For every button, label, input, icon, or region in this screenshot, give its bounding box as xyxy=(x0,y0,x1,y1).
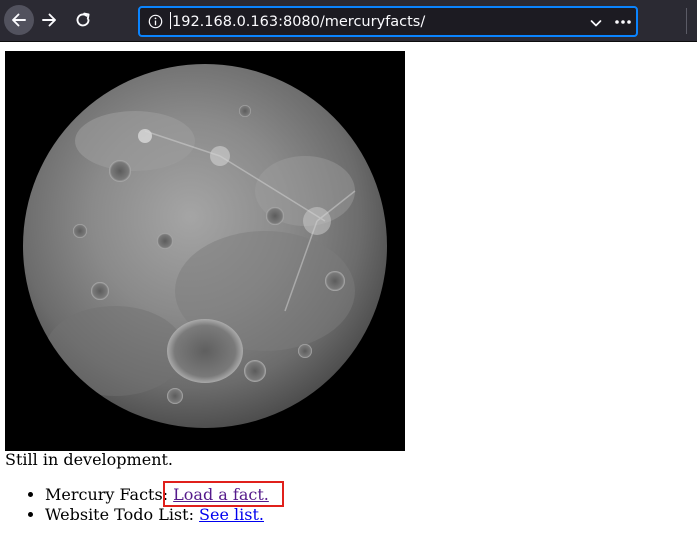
url-value: 192.168.0.163:8080/mercuryfacts/ xyxy=(172,14,426,30)
info-icon[interactable] xyxy=(148,14,163,29)
toolbar-divider xyxy=(686,8,687,34)
browser-toolbar: 192.168.0.163:8080/mercuryfacts/ xyxy=(0,0,697,42)
url-bar[interactable]: 192.168.0.163:8080/mercuryfacts/ xyxy=(138,6,638,37)
development-status-text: Still in development. xyxy=(5,450,174,469)
reload-button[interactable] xyxy=(68,5,98,35)
forward-button[interactable] xyxy=(34,5,64,35)
mercury-facts-label: Mercury Facts: xyxy=(45,485,174,504)
url-text[interactable]: 192.168.0.163:8080/mercuryfacts/ xyxy=(170,12,425,31)
highlight-box xyxy=(163,481,284,507)
arrow-left-icon xyxy=(12,13,26,27)
mercury-planet-graphic xyxy=(23,64,387,428)
list-item-todo-list: Website Todo List: See list. xyxy=(45,505,269,525)
back-button[interactable] xyxy=(4,5,34,35)
text-caret xyxy=(170,12,171,29)
see-list-link[interactable]: See list. xyxy=(199,505,264,524)
mercury-image xyxy=(5,51,405,451)
more-dots-icon[interactable] xyxy=(614,19,632,25)
reload-icon xyxy=(76,12,90,27)
todo-list-label: Website Todo List: xyxy=(45,505,200,524)
page-content: Still in development. Mercury Facts: Loa… xyxy=(0,43,697,545)
arrow-right-icon xyxy=(42,13,56,27)
chevron-down-icon[interactable] xyxy=(589,16,603,30)
